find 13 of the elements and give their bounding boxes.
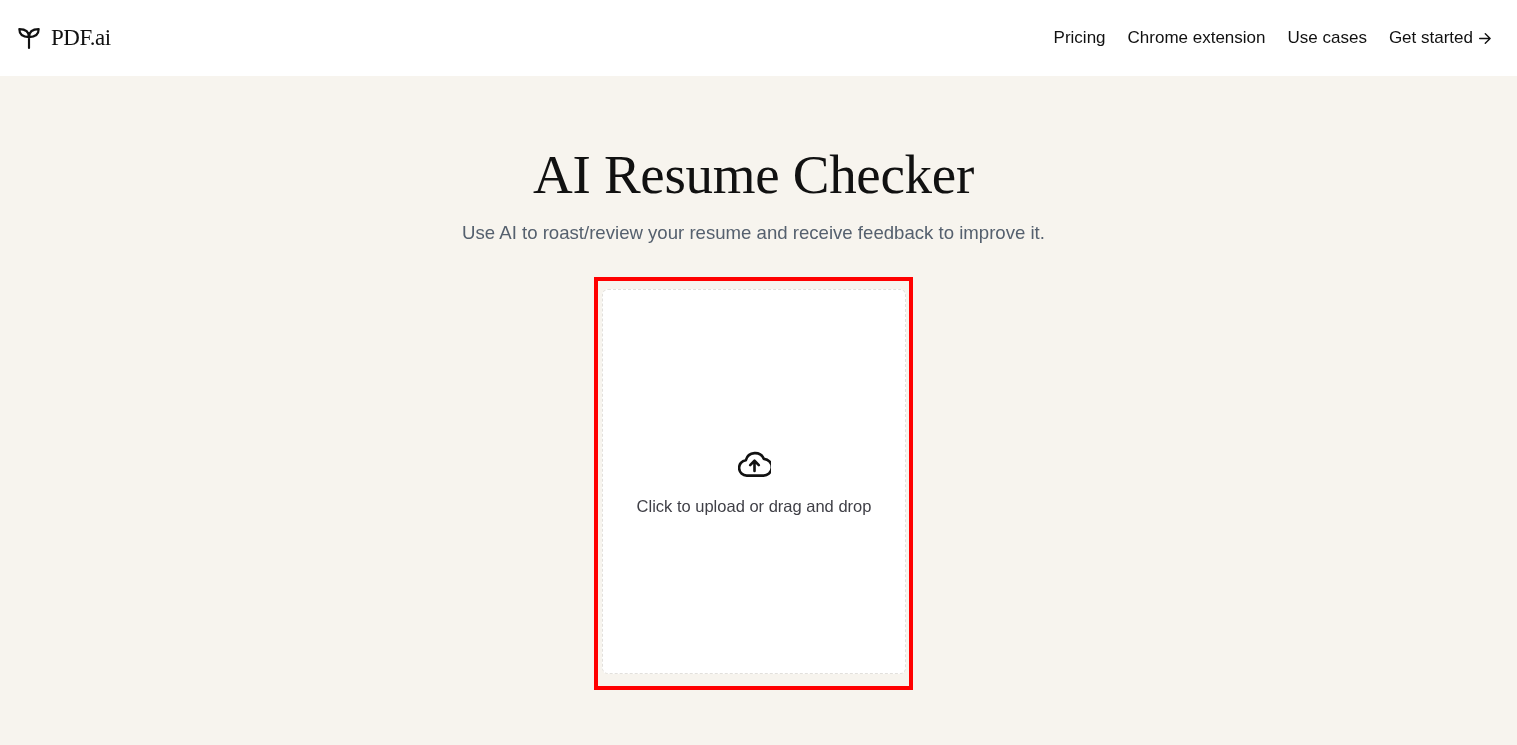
upload-prompt: Click to upload or drag and drop (636, 497, 872, 516)
upload-dropzone[interactable]: Click to upload or drag and drop (602, 289, 906, 674)
page-title: AI Resume Checker (533, 144, 974, 206)
nav-link[interactable]: Pricing (1053, 28, 1106, 48)
logo-link[interactable]: PDF.ai (17, 25, 111, 51)
cloud-upload-icon (737, 451, 771, 477)
arrow-right-icon (1479, 32, 1491, 44)
logo-text: PDF.ai (51, 25, 111, 51)
nav-link[interactable]: Chrome extension (1127, 28, 1266, 48)
get-started-link[interactable]: Get started (1388, 28, 1491, 48)
sprout-icon (17, 27, 41, 49)
page-subtitle: Use AI to roast/review your resume and receive feedback to improve it. (462, 221, 1045, 245)
nav-link[interactable]: Use cases (1287, 28, 1367, 48)
